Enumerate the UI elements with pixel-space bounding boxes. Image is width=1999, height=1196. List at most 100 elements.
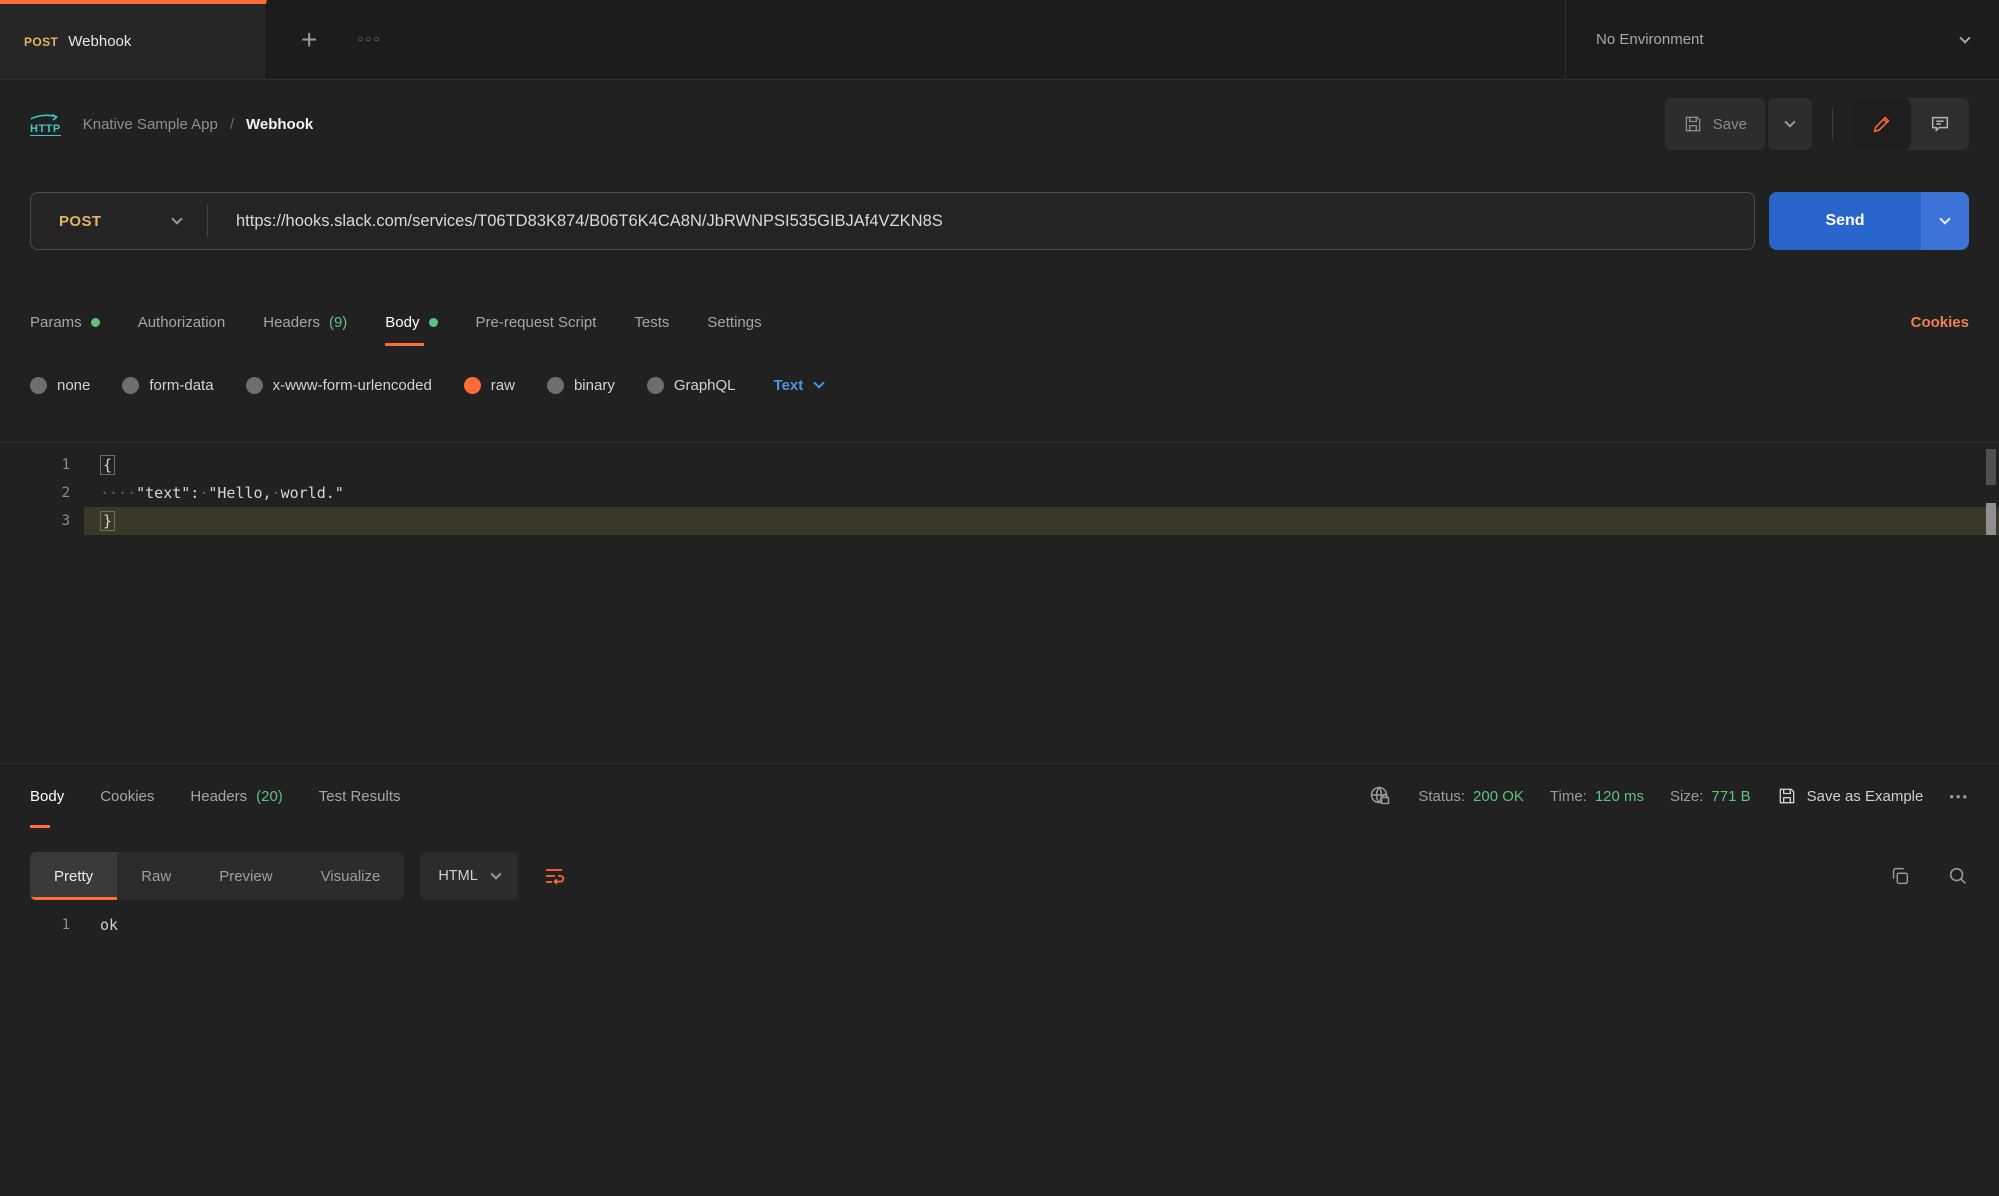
open-request-tab[interactable]: POST Webhook [0,0,267,79]
radio-selected-icon [464,377,481,394]
comment-icon [1929,113,1951,135]
edit-comment-group [1853,98,1969,150]
chevron-down-icon [171,213,182,224]
chevron-down-icon [1939,213,1950,224]
radio-icon [547,377,564,394]
body-mode-row: none form-data x-www-form-urlencoded raw… [0,368,1999,402]
mode-binary[interactable]: binary [547,377,615,394]
save-button-label: Save [1713,116,1747,133]
environment-selector[interactable]: No Environment [1565,0,1999,79]
response-tab-headers[interactable]: Headers (20) [190,764,282,828]
request-body-editor[interactable]: 1 { 2 ····"text":·"Hello,·world." 3 } [0,442,1999,764]
status-meta[interactable]: Status: 200 OK [1418,788,1524,805]
editor-line: 2 ····"text":·"Hello,·world." [0,479,1999,507]
raw-language-selector[interactable]: Text [774,377,824,394]
tab-settings[interactable]: Settings [707,298,761,346]
pencil-icon [1871,113,1893,135]
response-tab-body[interactable]: Body [30,764,64,828]
radio-icon [246,377,263,394]
search-icon [1947,865,1969,887]
view-pretty[interactable]: Pretty [30,852,117,900]
radio-icon [122,377,139,394]
mode-form-data[interactable]: form-data [122,377,213,394]
response-tab-test-results[interactable]: Test Results [319,764,401,828]
edit-request-button[interactable] [1853,98,1911,150]
wrap-lines-icon [542,864,566,888]
response-more-options-icon[interactable]: ••• [1949,789,1969,804]
response-tab-cookies[interactable]: Cookies [100,764,154,828]
postman-window: POST Webhook + ○○○ No Environment HTTP K… [0,0,1999,1196]
new-tab-button[interactable]: + [301,26,317,54]
editor-line-active: 3 } [0,507,1999,535]
tab-bar: POST Webhook + ○○○ No Environment [0,0,1999,80]
response-toolbar-right [1889,865,1969,887]
send-options-button[interactable] [1921,192,1969,250]
line-number: 1 [0,917,84,933]
size-value: 771 B [1711,788,1750,805]
whitespace-dots: ···· [100,484,136,502]
body-active-dot [429,318,438,327]
chevron-down-icon [1784,116,1795,127]
status-value: 200 OK [1473,788,1524,805]
network-globe-lock-icon[interactable] [1368,784,1392,808]
url-input[interactable]: https://hooks.slack.com/services/T06TD83… [208,212,943,231]
response-format-selector[interactable]: HTML [420,852,517,900]
mode-raw[interactable]: raw [464,377,515,394]
bracket-highlight: { [100,455,115,475]
floppy-icon [1683,114,1703,134]
tab-params[interactable]: Params [30,298,100,346]
view-preview[interactable]: Preview [195,852,296,900]
copy-icon [1889,865,1911,887]
environment-label: No Environment [1596,31,1704,48]
tab-body[interactable]: Body [385,298,437,346]
send-button[interactable]: Send [1769,192,1921,250]
divider [1832,108,1833,140]
tab-more-options-icon[interactable]: ○○○ [357,34,381,45]
tab-pre-request-script[interactable]: Pre-request Script [476,298,597,346]
breadcrumb-collection[interactable]: Knative Sample App [83,116,218,133]
response-body[interactable]: 1 ok [0,916,1999,934]
tab-title: Webhook [68,33,131,50]
search-response-button[interactable] [1947,865,1969,887]
chevron-down-icon [1959,32,1970,43]
mode-x-www-form-urlencoded[interactable]: x-www-form-urlencoded [246,377,432,394]
editor-line: 1 { [0,451,1999,479]
line-number: 3 [0,513,84,529]
copy-response-button[interactable] [1889,865,1911,887]
header-actions: Save [1665,98,1969,150]
tab-actions: + ○○○ [267,0,1565,79]
method-selector[interactable]: POST [31,213,207,230]
comments-button[interactable] [1911,98,1969,150]
mode-none[interactable]: none [30,377,90,394]
time-value: 120 ms [1595,788,1644,805]
time-meta[interactable]: Time: 120 ms [1550,788,1644,805]
wrap-lines-button[interactable] [542,864,566,888]
tab-headers[interactable]: Headers (9) [263,298,347,346]
editor-cursor-marker [1986,503,1996,535]
view-raw[interactable]: Raw [117,852,195,900]
request-header-row: HTTP Knative Sample App / Webhook Save [0,80,1999,168]
response-view-controls: Pretty Raw Preview Visualize HTML [0,852,1999,900]
save-options-button[interactable] [1768,98,1812,150]
editor-scrollbar-thumb[interactable] [1986,449,1996,485]
chevron-down-icon [490,868,501,879]
response-meta: Status: 200 OK Time: 120 ms Size: 771 B … [1368,764,1969,828]
save-as-example-button[interactable]: Save as Example [1777,786,1924,806]
size-meta[interactable]: Size: 771 B [1670,788,1751,805]
save-button[interactable]: Save [1665,98,1765,150]
request-tabs: Params Authorization Headers (9) Body Pr… [0,298,1999,346]
bracket-highlight: } [100,511,115,531]
mode-graphql[interactable]: GraphQL [647,377,736,394]
headers-count-badge: (9) [329,314,347,331]
view-visualize[interactable]: Visualize [297,852,405,900]
cookies-link[interactable]: Cookies [1911,314,1969,331]
floppy-icon [1777,786,1797,806]
line-number: 1 [0,457,84,473]
url-input-container: POST https://hooks.slack.com/services/T0… [30,192,1755,250]
response-headers-count-badge: (20) [256,788,283,805]
response-tabs: Body Cookies Headers (20) Test Results S… [0,764,1999,828]
view-segmented-control: Pretty Raw Preview Visualize [30,852,404,900]
tab-authorization[interactable]: Authorization [138,298,226,346]
tab-tests[interactable]: Tests [634,298,669,346]
breadcrumb-request-name[interactable]: Webhook [246,116,313,133]
